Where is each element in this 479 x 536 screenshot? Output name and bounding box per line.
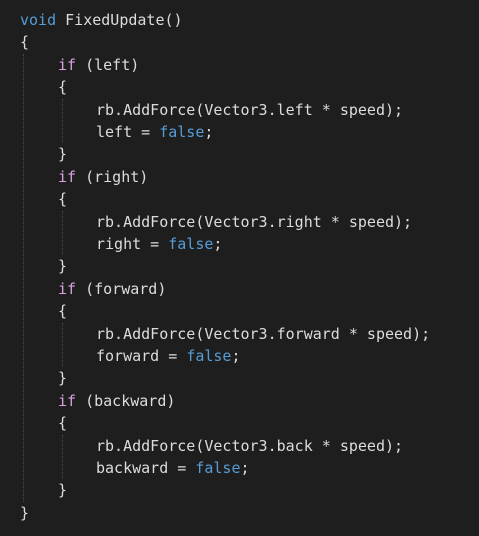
plain-token: rb.AddForce(Vector3.back * speed); <box>96 436 404 455</box>
plain-token: FixedUpdate() <box>56 11 183 29</box>
code-line[interactable]: { <box>58 412 67 434</box>
code-line[interactable]: rb.AddForce(Vector3.right * speed); <box>96 211 412 233</box>
code-line[interactable]: } <box>58 143 67 165</box>
code-line[interactable]: { <box>58 300 67 322</box>
plain-token: } <box>58 481 68 500</box>
control-token: if <box>58 279 77 298</box>
code-line[interactable]: } <box>58 367 67 389</box>
code-line[interactable]: } <box>58 479 67 501</box>
control-token: if <box>58 391 77 410</box>
code-line[interactable]: { <box>20 31 29 53</box>
control-token: if <box>58 167 77 186</box>
plain-token: left = <box>96 123 160 141</box>
code-line[interactable]: } <box>20 502 29 524</box>
plain-token: (left) <box>76 55 140 74</box>
code-line[interactable]: forward = false; <box>96 345 241 367</box>
plain-token: rb.AddForce(Vector3.forward * speed); <box>96 324 431 343</box>
plain-token: ; <box>213 235 223 253</box>
keyword-token: false <box>195 459 241 477</box>
code-line[interactable]: } <box>58 255 67 277</box>
plain-token: } <box>58 145 68 164</box>
keyword-token: void <box>20 11 57 29</box>
code-line[interactable]: if (forward) <box>58 278 166 300</box>
indent-guide <box>62 210 63 256</box>
plain-token: } <box>20 503 30 522</box>
plain-token: } <box>58 257 68 276</box>
code-line[interactable]: if (backward) <box>58 390 175 412</box>
plain-token: { <box>58 190 68 209</box>
indent-guide <box>62 98 63 144</box>
keyword-token: false <box>159 123 205 141</box>
code-line[interactable]: rb.AddForce(Vector3.back * speed); <box>96 435 403 457</box>
plain-token: rb.AddForce(Vector3.right * speed); <box>96 212 413 231</box>
code-line[interactable]: if (left) <box>58 54 139 76</box>
plain-token: { <box>20 33 30 52</box>
keyword-token: false <box>168 235 214 253</box>
plain-token: ; <box>240 459 250 477</box>
keyword-token: false <box>186 347 232 365</box>
plain-token: ; <box>204 123 214 141</box>
indent-guide <box>62 434 63 480</box>
code-line[interactable]: right = false; <box>96 233 222 255</box>
indent-guide <box>62 322 63 368</box>
code-line[interactable]: backward = false; <box>96 457 250 479</box>
code-line[interactable]: if (right) <box>58 166 148 188</box>
code-line[interactable]: rb.AddForce(Vector3.forward * speed); <box>96 323 430 345</box>
plain-token: { <box>58 78 68 97</box>
plain-token: right = <box>96 235 169 253</box>
plain-token: (backward) <box>76 391 176 410</box>
plain-token: { <box>58 302 68 321</box>
plain-token: (right) <box>76 167 149 186</box>
code-line[interactable]: { <box>58 76 67 98</box>
control-token: if <box>58 55 77 74</box>
code-line[interactable]: rb.AddForce(Vector3.left * speed); <box>96 99 403 121</box>
code-line[interactable]: { <box>58 188 67 210</box>
code-line[interactable]: void FixedUpdate() <box>20 9 183 31</box>
code-line[interactable]: left = false; <box>96 121 213 143</box>
indent-guide <box>23 53 24 502</box>
plain-token: rb.AddForce(Vector3.left * speed); <box>96 100 404 119</box>
code-editor[interactable]: void FixedUpdate() { if (left) { rb.AddForce… <box>0 0 479 536</box>
plain-token: forward = <box>96 347 187 365</box>
plain-token: ; <box>231 347 241 365</box>
plain-token: { <box>58 414 68 433</box>
plain-token: } <box>58 369 68 388</box>
plain-token: (forward) <box>76 279 167 298</box>
plain-token: backward = <box>96 459 196 477</box>
